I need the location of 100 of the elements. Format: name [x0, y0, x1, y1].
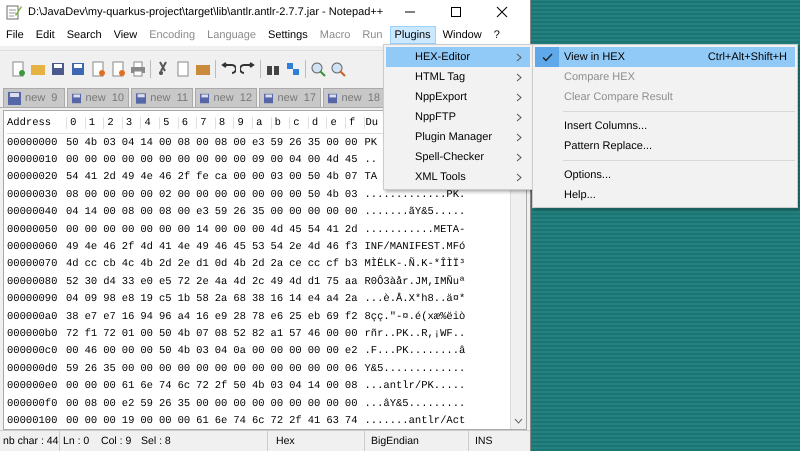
- menu-item[interactable]: View: [108, 26, 142, 44]
- byte-cell-text: 00: [196, 188, 210, 201]
- byte-cell-text: 41: [158, 241, 173, 254]
- byte-cell-text: 00: [214, 188, 228, 201]
- menu-item[interactable]: Search: [62, 26, 107, 44]
- byte-cell-text: a1: [270, 328, 284, 340]
- byte-cell-text: 16: [196, 310, 210, 323]
- byte-cell-text: 26: [158, 398, 173, 410]
- byte-cell-text: 72: [178, 276, 192, 288]
- byte-cell-text: 26: [289, 136, 303, 149]
- byte-cell-text: 4e: [84, 241, 98, 254]
- byte-cell-text: 14: [84, 206, 98, 218]
- byte-cell-text: 74: [233, 414, 247, 427]
- byte-cell-text: 46: [158, 171, 173, 184]
- menu-item[interactable]: Plugin Manager: [386, 127, 530, 147]
- byte-cell-text: 00: [103, 380, 117, 392]
- byte-cell-text: 50: [158, 345, 173, 358]
- byte-cell-text: 54: [66, 171, 80, 184]
- byte-cell-text: 00: [66, 154, 80, 166]
- byte-cell-text: 1b: [178, 293, 192, 306]
- byte-cell-text: 4d: [308, 241, 322, 254]
- byte-cell-text: 4b: [140, 258, 154, 270]
- byte-cell-text: 41: [326, 224, 340, 236]
- byte-cell-text: 2d: [344, 224, 359, 236]
- byte-cell-text: 4b: [326, 171, 340, 184]
- address-cell-text: 000000f0: [7, 398, 58, 410]
- byte-cell-text: 4b: [233, 258, 247, 270]
- menu-item[interactable]: Pattern Replace...: [535, 136, 795, 156]
- byte-cell-text: cb: [103, 258, 117, 270]
- menu-item[interactable]: NppExport: [386, 87, 530, 107]
- byte-cell-text: 2a: [344, 293, 359, 306]
- byte-cell-text: 00: [326, 398, 340, 410]
- byte-cell-text: d1: [308, 276, 322, 288]
- menu-item[interactable]: Plugins: [390, 26, 436, 44]
- menu-item[interactable]: Help...: [535, 185, 795, 205]
- byte-cell-text: e8: [122, 293, 136, 306]
- dump-cell: PK: [364, 136, 378, 149]
- menu-item[interactable]: NppFTP: [386, 107, 530, 127]
- menu-item[interactable]: HTML Tag: [386, 67, 530, 87]
- menu-item[interactable]: Insert Columns...: [535, 116, 795, 136]
- byte-cell-text: 00: [103, 154, 117, 166]
- byte-cell-text: 00: [308, 206, 322, 218]
- menu-item[interactable]: Spell-Checker: [386, 147, 530, 167]
- byte-cell-text: 00: [140, 328, 154, 340]
- byte-cell-text: 45: [233, 241, 247, 254]
- byte-cell-text: fe: [196, 171, 210, 184]
- byte-cell-text: 14: [196, 224, 210, 236]
- dump-cell: MÌËLK-.Ñ.K-*ÎÌÏ³: [364, 258, 466, 270]
- byte-cell-text: 00: [326, 380, 340, 392]
- byte-cell-text: 02: [158, 188, 173, 201]
- byte-cell-text: 00: [344, 328, 359, 340]
- byte-cell-text: e5: [158, 276, 173, 288]
- dump-cell: ...âY&5.........: [364, 398, 466, 410]
- menu-item[interactable]: Window: [438, 26, 487, 44]
- address-cell-text: 000000c0: [7, 345, 58, 358]
- byte-cell-text: 33: [122, 276, 136, 288]
- menu-item[interactable]: Options...: [535, 165, 795, 185]
- byte-cell-text: 2d: [252, 258, 266, 270]
- byte-cell-text: 50: [158, 328, 173, 340]
- menu-item[interactable]: Settings: [263, 26, 313, 44]
- byte-cell-text: 00: [103, 188, 117, 201]
- byte-cell-text: 00: [122, 362, 136, 375]
- byte-cell-text: 4e: [140, 171, 154, 184]
- menu-item[interactable]: Edit: [30, 26, 60, 44]
- menu-item[interactable]: ?: [488, 26, 505, 44]
- menu-item[interactable]: View in HEX Ctrl+Alt+Shift+H: [535, 47, 795, 67]
- byte-cell-text: 4d: [289, 276, 303, 288]
- byte-cell-text: e6: [270, 310, 284, 323]
- byte-cell-text: 00: [252, 171, 266, 184]
- byte-cell-text: 00: [103, 345, 117, 358]
- byte-cell-text: ca: [214, 171, 228, 184]
- byte-cell-text: 00: [158, 224, 173, 236]
- byte-cell-text: 00: [122, 188, 136, 201]
- menu-item[interactable]: File: [1, 26, 29, 44]
- byte-cell-text: 57: [289, 328, 303, 340]
- dump-cell: .F...PK........â: [364, 345, 466, 358]
- byte-cell-text: 4c: [122, 258, 136, 270]
- byte-cell-text: 41: [308, 414, 322, 427]
- byte-cell-text: c5: [158, 293, 173, 306]
- column-header: 9: [234, 117, 253, 129]
- byte-cell-text: 03: [270, 380, 284, 392]
- dump-cell: ...........META-: [364, 224, 466, 236]
- byte-cell-text: 00: [84, 380, 98, 392]
- byte-cell-text: 00: [140, 206, 154, 218]
- byte-cell-text: 00: [233, 136, 247, 149]
- byte-order: BigEndian: [365, 431, 469, 451]
- byte-cell-text: 07: [344, 171, 359, 184]
- byte-cell-text: 63: [326, 414, 340, 427]
- byte-cell-text: 00: [103, 398, 117, 410]
- menu-item[interactable]: HEX-Editor: [386, 47, 530, 67]
- menu-item[interactable]: XML Tools: [386, 167, 530, 187]
- byte-cell-text: 45: [289, 224, 303, 236]
- dump-cell: .......antlr/Act: [364, 414, 466, 427]
- byte-cell-text: 08: [158, 206, 173, 218]
- byte-cell-text: 0a: [233, 345, 247, 358]
- address-cell-text: 00000000: [7, 136, 58, 149]
- byte-cell-text: 2a: [270, 258, 284, 270]
- byte-cell-text: 00: [214, 154, 228, 166]
- byte-cell-text: 00: [326, 362, 340, 375]
- byte-cell-text: 61: [196, 414, 210, 427]
